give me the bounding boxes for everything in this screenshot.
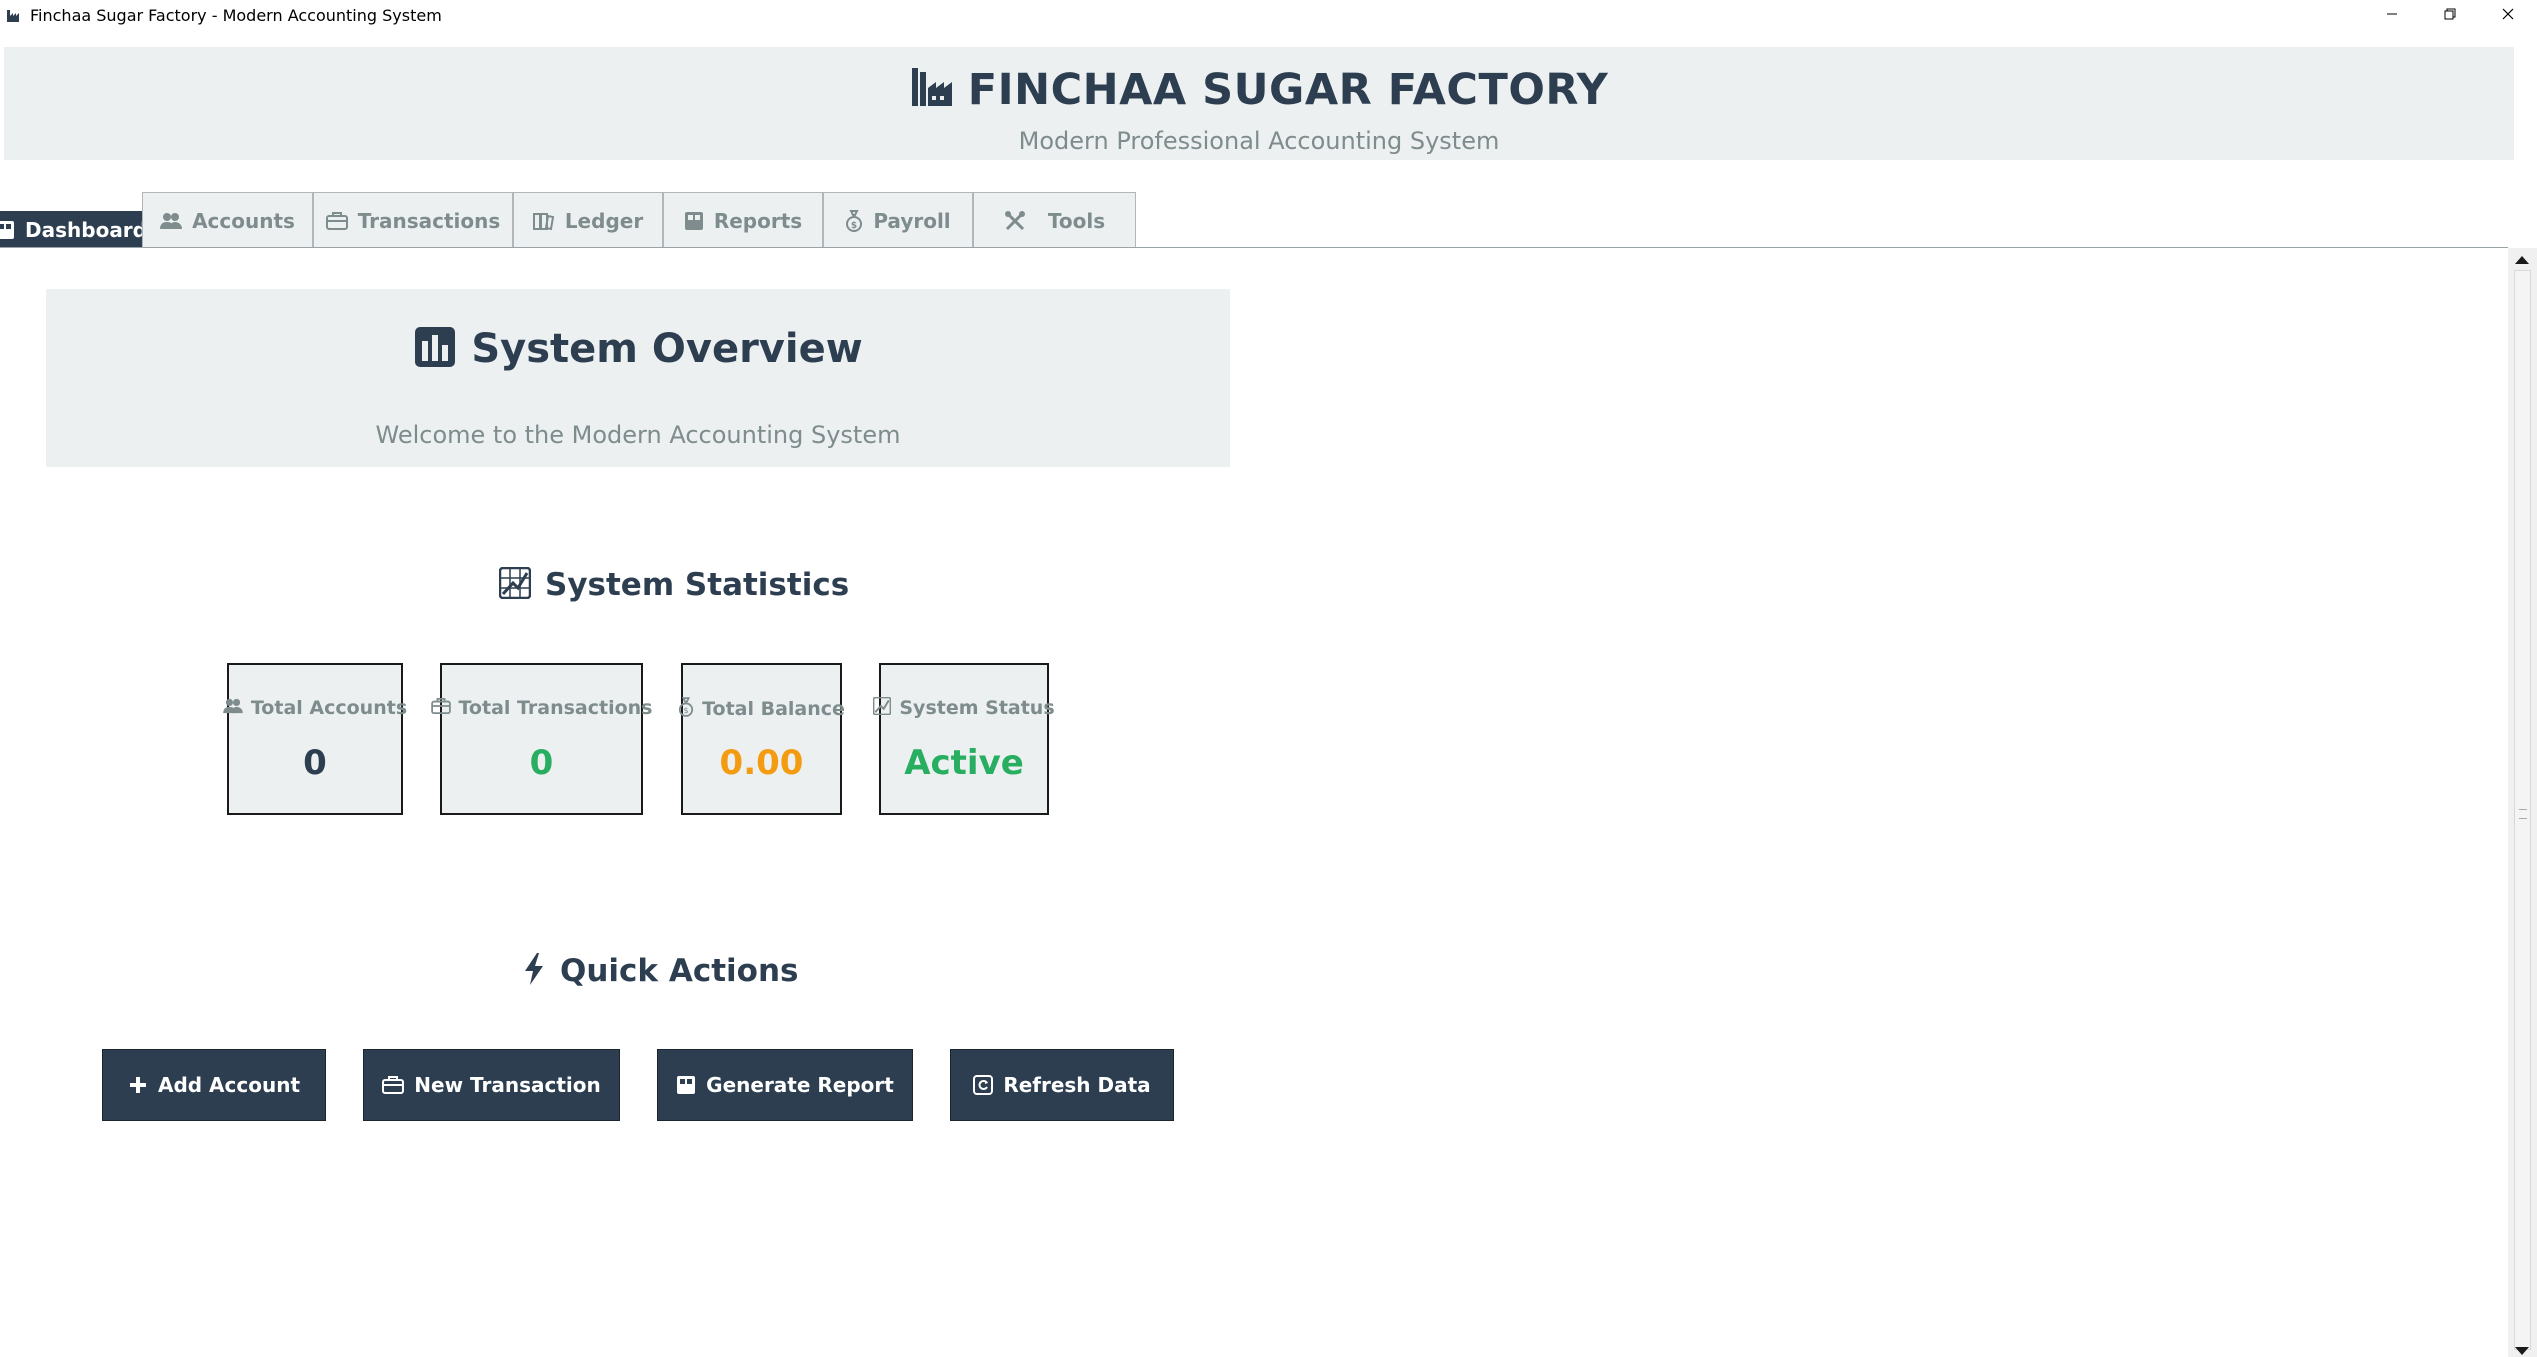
books-icon <box>532 212 555 230</box>
quick-actions-title: Quick Actions <box>560 953 799 989</box>
restore-button[interactable] <box>2421 0 2479 30</box>
tools-icon <box>1004 210 1026 232</box>
tab-reports[interactable]: Reports <box>663 192 823 248</box>
window-titlebar: Finchaa Sugar Factory - Modern Accountin… <box>0 0 2537 30</box>
money-bag-icon: $ <box>845 209 863 232</box>
stat-card-total-balance: $ Total Balance 0.00 <box>678 663 845 815</box>
stat-label: System Status <box>899 697 1055 719</box>
tab-label: Reports <box>713 208 803 233</box>
report-icon <box>676 1075 696 1095</box>
generate-report-button[interactable]: Generate Report <box>657 1049 913 1121</box>
plus-icon <box>128 1075 148 1095</box>
tab-label: Dashboard <box>25 217 147 242</box>
button-label: New Transaction <box>414 1073 601 1097</box>
close-icon <box>2501 6 2515 25</box>
scroll-grip-icon <box>2519 809 2527 819</box>
chart-up-icon <box>873 696 892 719</box>
stat-label: Total Balance <box>702 698 845 720</box>
overview-subtitle: Welcome to the Modern Accounting System <box>375 421 901 449</box>
chart-up-icon <box>498 566 532 603</box>
scroll-up-icon[interactable] <box>2515 256 2529 264</box>
tab-label: Payroll <box>873 208 951 233</box>
dashboard-content: System Overview Welcome to the Modern Ac… <box>0 248 2508 1357</box>
vertical-scrollbar[interactable] <box>2508 248 2537 1357</box>
tab-dashboard[interactable]: Dashboard <box>0 211 147 248</box>
button-label: Generate Report <box>706 1073 894 1097</box>
svg-text:$: $ <box>851 221 857 231</box>
scroll-down-icon[interactable] <box>2515 1347 2529 1355</box>
tab-transactions[interactable]: Transactions <box>313 192 513 248</box>
stat-card-system-status: System Status Active <box>873 663 1055 815</box>
app-subtitle: Modern Professional Accounting System <box>1018 127 1500 155</box>
button-label: Refresh Data <box>1003 1073 1151 1097</box>
add-account-button[interactable]: Add Account <box>102 1049 326 1121</box>
close-button[interactable] <box>2479 0 2537 30</box>
factory-icon <box>910 68 952 112</box>
statistics-title: System Statistics <box>545 567 850 603</box>
briefcase-icon <box>430 698 451 718</box>
tab-label: Transactions <box>357 208 501 233</box>
overview-title: System Overview <box>471 326 863 372</box>
new-transaction-button[interactable]: New Transaction <box>363 1049 620 1121</box>
scroll-thumb[interactable] <box>2514 270 2531 1350</box>
tab-payroll[interactable]: $ Payroll <box>823 192 973 248</box>
stat-label: Total Transactions <box>458 697 653 719</box>
button-label: Add Account <box>157 1073 301 1097</box>
stat-value: 0.00 <box>719 743 804 783</box>
briefcase-icon <box>382 1076 405 1094</box>
tab-tools[interactable]: Tools <box>973 192 1136 248</box>
window-title: Finchaa Sugar Factory - Modern Accountin… <box>30 5 442 25</box>
dashboard-icon <box>0 220 15 240</box>
tab-accounts[interactable]: Accounts <box>142 192 313 248</box>
money-bag-icon: $ <box>678 697 694 721</box>
stat-value: 0 <box>529 743 554 783</box>
people-icon <box>223 698 243 718</box>
tab-label: Accounts <box>192 208 295 233</box>
refresh-data-button[interactable]: Refresh Data <box>950 1049 1174 1121</box>
stat-card-total-accounts: Total Accounts 0 <box>223 663 407 815</box>
stat-value: Active <box>904 743 1024 783</box>
minimize-button[interactable] <box>2363 0 2421 30</box>
report-icon <box>684 211 704 231</box>
tab-label: Ledger <box>564 208 644 233</box>
tab-label: Tools <box>1047 208 1106 233</box>
restore-icon <box>2443 6 2457 25</box>
quick-actions-header: Quick Actions <box>522 952 798 990</box>
svg-text:$: $ <box>684 706 689 715</box>
app-header: FINCHAA SUGAR FACTORY Modern Professiona… <box>4 47 2514 160</box>
statistics-header: System Statistics <box>498 566 850 603</box>
people-icon <box>160 212 183 230</box>
overview-panel: System Overview Welcome to the Modern Ac… <box>46 289 1230 467</box>
stat-value: 0 <box>303 743 327 783</box>
lightning-icon <box>522 952 546 990</box>
factory-icon <box>6 6 24 24</box>
briefcase-icon <box>325 211 348 230</box>
minimize-icon <box>2385 6 2399 25</box>
stat-label: Total Accounts <box>250 697 408 719</box>
stat-card-total-transactions: Total Transactions 0 <box>430 663 653 815</box>
app-title: FINCHAA SUGAR FACTORY <box>967 65 1609 115</box>
bar-chart-icon <box>413 325 457 373</box>
refresh-icon <box>973 1075 994 1095</box>
tab-ledger[interactable]: Ledger <box>513 192 663 248</box>
